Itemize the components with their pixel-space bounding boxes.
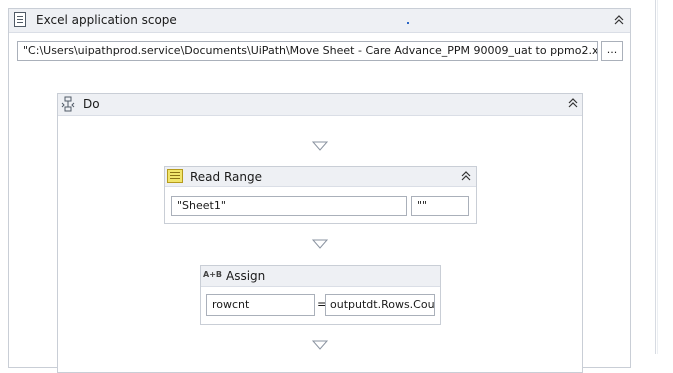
do-header[interactable]	[58, 94, 582, 116]
double-chevron-up-icon	[461, 171, 471, 181]
workbook-path-input[interactable]: "C:\Users\uipathprod.service\Documents\U…	[17, 41, 598, 61]
read-range-title: Read Range	[190, 170, 262, 184]
assign-to-input[interactable]: rowcnt	[206, 294, 315, 316]
do-title: Do	[83, 97, 100, 111]
scope-collapse-button[interactable]	[612, 14, 626, 28]
assign-title: Assign	[226, 269, 266, 283]
range-input[interactable]: ""	[411, 196, 469, 216]
do-collapse-button[interactable]	[566, 97, 580, 111]
browse-button[interactable]: ...	[601, 41, 623, 61]
document-icon	[14, 12, 26, 27]
read-range-collapse-button[interactable]	[459, 170, 473, 184]
down-triangle-icon[interactable]	[311, 238, 329, 249]
double-chevron-up-icon	[614, 15, 624, 25]
scope-title: Excel application scope	[36, 13, 177, 27]
panel-divider	[655, 0, 656, 354]
down-triangle-icon[interactable]	[311, 339, 329, 350]
assign-value-input[interactable]: outputdt.Rows.Count	[325, 294, 435, 316]
vertical-scrollbar[interactable]	[657, 0, 666, 354]
sequence-icon	[61, 96, 75, 112]
double-chevron-up-icon	[568, 98, 578, 108]
focus-dot	[407, 22, 409, 24]
down-triangle-icon[interactable]	[311, 140, 329, 151]
do-sequence[interactable]	[57, 93, 583, 373]
sheet-name-input[interactable]: "Sheet1"	[171, 196, 407, 216]
assign-icon: A+B	[203, 270, 222, 279]
read-range-icon	[167, 169, 183, 183]
